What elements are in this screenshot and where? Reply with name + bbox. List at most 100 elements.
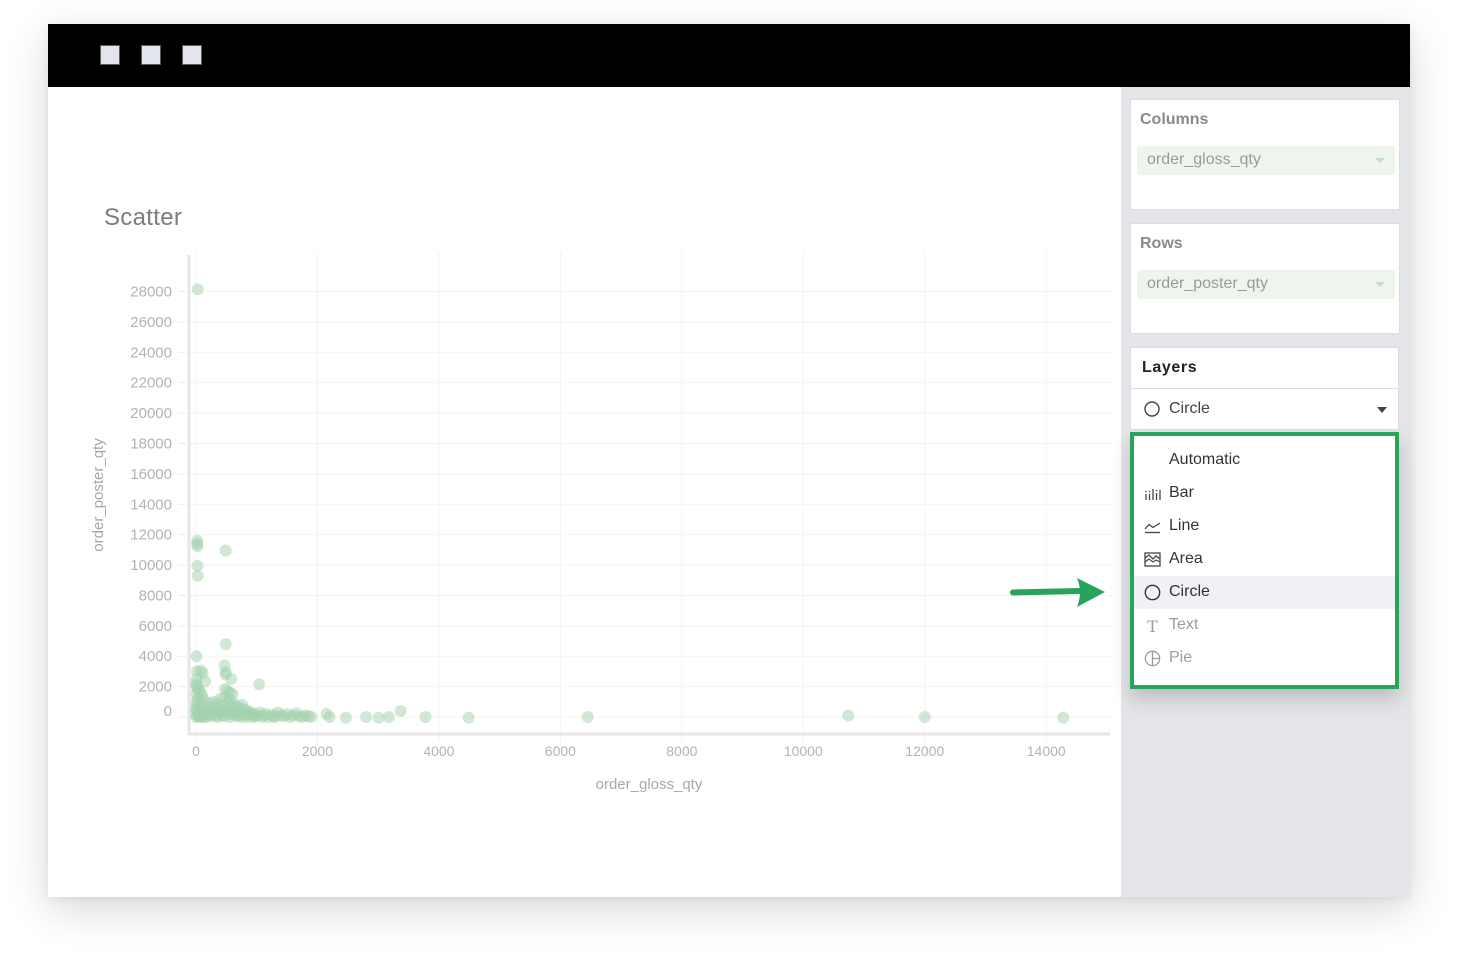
window-control-1[interactable]	[100, 45, 120, 65]
area-chart-icon	[1144, 552, 1161, 567]
menu-item-label: Bar	[1169, 484, 1194, 501]
scatter-point	[462, 711, 475, 724]
scatter-point	[305, 711, 318, 724]
scatter-point	[339, 711, 352, 724]
menu-item-automatic[interactable]: Automatic	[1134, 444, 1395, 477]
y-tick-label: 22000	[130, 375, 172, 392]
scatter-point	[581, 711, 594, 724]
scatter-point	[197, 711, 210, 724]
x-axis-label: order_gloss_qty	[596, 776, 703, 793]
menu-item-line[interactable]: Line	[1134, 510, 1395, 543]
grid-layer	[189, 252, 1112, 733]
x-tick-label: 8000	[666, 743, 697, 759]
scatter-point	[219, 638, 232, 651]
y-tick-label: 20000	[130, 405, 172, 422]
y-tick-label: 24000	[130, 344, 172, 361]
columns-field-name: order_gloss_qty	[1147, 151, 1261, 168]
scatter-point	[268, 711, 281, 724]
chevron-down-icon[interactable]	[1375, 282, 1385, 287]
y-tick-label: 12000	[130, 527, 172, 544]
layers-panel: Layers Circle	[1130, 347, 1399, 430]
window-control-2[interactable]	[141, 45, 161, 65]
app-window: 0 2000 4000 6000 8000 10000 12000 14000 0 2000 400…	[48, 24, 1410, 897]
y-tick-label: 4000	[139, 648, 172, 665]
x-tick-label: 12000	[905, 743, 944, 759]
columns-field-pill[interactable]: order_gloss_qty	[1137, 146, 1395, 175]
mark-type-dropdown-menu: Automatic Bar Line Area Circle T Text Pi…	[1130, 432, 1399, 689]
scatter-point	[191, 537, 204, 550]
columns-label: Columns	[1140, 111, 1209, 128]
point-layer	[189, 283, 1070, 724]
scatter-point	[191, 569, 204, 582]
sidebar: Columns order_gloss_qty Rows order_poste…	[1121, 87, 1410, 897]
y-tick-label: 2000	[139, 679, 172, 696]
columns-panel: Columns order_gloss_qty	[1130, 99, 1400, 210]
rows-field-pill[interactable]: order_poster_qty	[1137, 270, 1395, 299]
scatter-point	[190, 650, 203, 663]
menu-item-label: Circle	[1169, 583, 1210, 600]
scatter-point	[842, 709, 855, 722]
menu-item-pie[interactable]: Pie	[1134, 642, 1395, 675]
chevron-down-icon[interactable]	[1375, 158, 1385, 163]
menu-item-label: Text	[1169, 616, 1199, 633]
scatter-point	[219, 544, 232, 557]
y-tick-label: 28000	[130, 283, 172, 300]
x-tick-label: 4000	[423, 743, 454, 759]
y-tick-label: 8000	[139, 587, 172, 604]
chart-area: 0 2000 4000 6000 8000 10000 12000 14000 0 2000 400…	[48, 87, 1121, 897]
circle-icon	[1144, 401, 1160, 417]
scatter-point	[360, 711, 373, 724]
y-tick-label: 16000	[130, 466, 172, 483]
y-tick-label: 6000	[139, 618, 172, 635]
scatter-point	[918, 711, 931, 724]
pie-chart-icon	[1144, 650, 1161, 667]
scatter-point	[1057, 711, 1070, 724]
text-icon: T	[1147, 617, 1158, 634]
menu-item-circle[interactable]: Circle	[1134, 576, 1395, 609]
menu-item-area[interactable]: Area	[1134, 543, 1395, 576]
rows-field-name: order_poster_qty	[1147, 275, 1268, 292]
menu-item-label: Pie	[1169, 649, 1193, 666]
x-tick-label: 2000	[302, 743, 333, 759]
rows-label: Rows	[1140, 235, 1183, 252]
menu-item-bar[interactable]: Bar	[1134, 477, 1395, 510]
line-chart-icon	[1144, 522, 1161, 534]
x-tick-label: 14000	[1027, 743, 1066, 759]
scatter-point	[394, 704, 407, 717]
scatter-point	[256, 711, 269, 724]
scatter-chart: 0 2000 4000 6000 8000 10000 12000 14000 0 2000 400…	[90, 252, 1112, 793]
rows-panel: Rows order_poster_qty	[1130, 223, 1400, 334]
y-tick-label: 14000	[130, 496, 172, 513]
y-tick-label: 18000	[130, 435, 172, 452]
scatter-point	[189, 677, 202, 690]
scatter-point	[253, 678, 266, 691]
scatter-point	[190, 665, 203, 678]
scatter-point	[323, 711, 336, 724]
title-bar	[48, 24, 1410, 87]
y-tick-label: 0	[164, 703, 172, 720]
svg-text:T: T	[1147, 617, 1158, 634]
y-tick-label: 10000	[130, 557, 172, 574]
x-tick-label: 10000	[784, 743, 823, 759]
menu-item-label: Area	[1169, 550, 1203, 567]
menu-item-label: Line	[1169, 517, 1200, 534]
menu-item-text[interactable]: T Text	[1134, 609, 1395, 642]
annotation-arrow-icon	[1010, 578, 1105, 607]
y-tick-label: 26000	[130, 314, 172, 331]
layers-header: Layers	[1131, 348, 1398, 389]
circle-icon	[1144, 584, 1161, 601]
y-axis-label: order_poster_qty	[90, 438, 107, 552]
bar-chart-icon	[1145, 489, 1161, 500]
scatter-point	[191, 283, 204, 296]
chart-title: Scatter	[104, 204, 183, 231]
layers-title: Layers	[1142, 359, 1198, 376]
mark-type-selected: Circle	[1169, 400, 1210, 417]
x-tick-label: 0	[192, 743, 200, 759]
x-tick-label: 6000	[545, 743, 576, 759]
mark-type-select[interactable]: Circle	[1131, 389, 1398, 429]
window-control-3[interactable]	[182, 45, 202, 65]
scatter-point	[382, 711, 395, 724]
caret-down-icon[interactable]	[1377, 407, 1387, 413]
scatter-point	[419, 711, 432, 724]
menu-item-label: Automatic	[1169, 451, 1241, 468]
